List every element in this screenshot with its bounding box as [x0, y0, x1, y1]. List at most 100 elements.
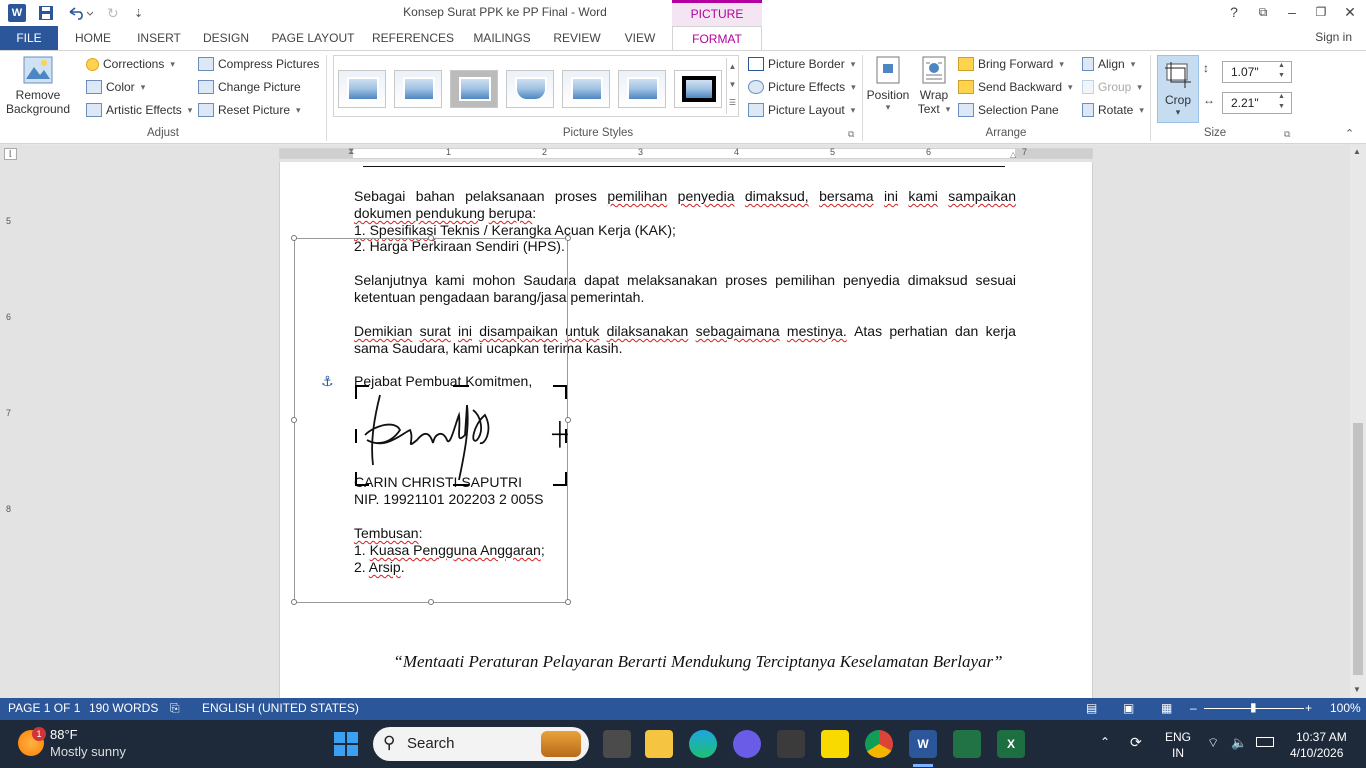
- picture-layout-button[interactable]: Picture Layout: [748, 103, 855, 117]
- picture-effects-button[interactable]: Picture Effects: [748, 80, 856, 94]
- tab-mailings[interactable]: MAILINGS: [467, 26, 537, 50]
- wifi-icon[interactable]: ⌔: [1207, 735, 1219, 751]
- paragraph-1-line-1[interactable]: Sebagai bahan pelaksanaan proses pemilih…: [354, 188, 1016, 205]
- scrollbar-thumb[interactable]: [1353, 423, 1363, 675]
- anchor-icon[interactable]: ⚓: [321, 373, 334, 390]
- scroll-down-icon[interactable]: ▼: [1353, 685, 1361, 694]
- camera-icon[interactable]: [777, 730, 805, 758]
- picture-style-4[interactable]: [506, 70, 554, 108]
- picture-style-2[interactable]: [394, 70, 442, 108]
- clock-date[interactable]: 4/10/2026: [1290, 746, 1343, 760]
- resize-handle[interactable]: [428, 235, 434, 241]
- task-view-icon[interactable]: [603, 730, 631, 758]
- paragraph-1-line-2[interactable]: dokumen pendukung berupa:: [354, 205, 536, 222]
- windows-start-icon[interactable]: [334, 732, 358, 756]
- resize-handle[interactable]: [565, 599, 571, 605]
- zoom-in-icon[interactable]: +: [1305, 701, 1312, 715]
- indent-marker[interactable]: ⧗: [348, 146, 357, 160]
- print-layout-icon[interactable]: ▣: [1123, 701, 1134, 715]
- tab-references[interactable]: REFERENCES: [371, 26, 455, 50]
- tab-home[interactable]: HOME: [66, 26, 120, 50]
- copilot-icon[interactable]: [733, 730, 761, 758]
- tab-format[interactable]: FORMAT: [672, 26, 762, 51]
- scroll-up-icon[interactable]: ▲: [1353, 147, 1361, 156]
- ribbon-display-options-icon[interactable]: ⧉: [1251, 2, 1275, 22]
- selection-pane-button[interactable]: Selection Pane: [958, 103, 1059, 117]
- tab-file[interactable]: FILE: [0, 26, 58, 50]
- artistic-effects-button[interactable]: Artistic Effects: [86, 103, 192, 117]
- language-indicator-2[interactable]: IN: [1172, 746, 1184, 760]
- zoom-slider-thumb[interactable]: ▮: [1250, 700, 1257, 714]
- word-count[interactable]: 190 WORDS: [89, 701, 158, 715]
- cc-item-2[interactable]: 2. Arsip.: [354, 559, 405, 576]
- web-layout-icon[interactable]: ▦: [1161, 701, 1172, 715]
- tab-view[interactable]: VIEW: [617, 26, 663, 50]
- sticky-notes-icon[interactable]: [821, 730, 849, 758]
- show-hidden-icons-icon[interactable]: ⌃: [1100, 735, 1110, 749]
- tab-review[interactable]: REVIEW: [549, 26, 605, 50]
- taskbar-search[interactable]: ⚲ Search: [373, 727, 589, 761]
- resize-handle[interactable]: [291, 599, 297, 605]
- bring-forward-button[interactable]: Bring Forward: [958, 57, 1064, 71]
- right-indent-marker[interactable]: △: [1010, 150, 1016, 159]
- tab-insert[interactable]: INSERT: [132, 26, 186, 50]
- picture-style-3[interactable]: [450, 70, 498, 108]
- position-button[interactable]: Position ▾: [866, 55, 910, 125]
- chrome-icon[interactable]: [865, 730, 893, 758]
- resize-handle[interactable]: [565, 235, 571, 241]
- tab-selector[interactable]: ⌊: [4, 148, 17, 160]
- resize-handle[interactable]: [291, 235, 297, 241]
- page-count[interactable]: PAGE 1 OF 1: [8, 701, 80, 715]
- cc-heading[interactable]: Tembusan:: [354, 525, 422, 542]
- compress-pictures-button[interactable]: Compress Pictures: [198, 57, 319, 71]
- list-item-1[interactable]: 1. Spesifikasi Teknis / Kerangka Acuan K…: [354, 222, 676, 239]
- color-button[interactable]: Color: [86, 80, 145, 94]
- resize-handle[interactable]: [428, 599, 434, 605]
- corrections-button[interactable]: Corrections: [86, 57, 175, 71]
- clock-time[interactable]: 10:37 AM: [1296, 730, 1347, 744]
- minimize-button[interactable]: –: [1280, 2, 1304, 22]
- height-spinner[interactable]: ▲ ▼: [1278, 61, 1285, 81]
- change-picture-button[interactable]: Change Picture: [198, 80, 301, 94]
- picture-style-6[interactable]: [618, 70, 666, 108]
- picture-border-button[interactable]: Picture Border: [748, 57, 855, 71]
- picture-style-1[interactable]: [338, 70, 386, 108]
- word-taskbar-icon[interactable]: W: [909, 730, 937, 758]
- help-button[interactable]: ?: [1222, 2, 1246, 22]
- vertical-scrollbar[interactable]: ▲ ▼: [1350, 145, 1366, 698]
- group-button[interactable]: Group: [1082, 80, 1142, 94]
- signature-image[interactable]: [353, 383, 569, 488]
- zoom-level[interactable]: 100%: [1330, 701, 1361, 715]
- width-spinner[interactable]: ▲ ▼: [1278, 92, 1285, 112]
- cc-item-1[interactable]: 1. Kuasa Pengguna Anggaran;: [354, 542, 545, 559]
- signer-nip[interactable]: NIP. 19921101 202203 2 005S: [354, 491, 543, 508]
- edge-browser-icon[interactable]: [689, 730, 717, 758]
- rotate-button[interactable]: Rotate: [1082, 103, 1144, 117]
- picture-style-7-selected[interactable]: [674, 70, 722, 108]
- tab-design[interactable]: DESIGN: [198, 26, 254, 50]
- tab-page-layout[interactable]: PAGE LAYOUT: [266, 26, 360, 50]
- file-explorer-icon[interactable]: [645, 730, 673, 758]
- collapse-ribbon-icon[interactable]: ⌃: [1345, 127, 1354, 140]
- crop-button[interactable]: Crop ▾: [1157, 55, 1199, 123]
- wrap-text-button[interactable]: Wrap Text: [912, 55, 956, 125]
- weather-desc[interactable]: Mostly sunny: [50, 744, 126, 759]
- sync-icon[interactable]: ⟳: [1130, 734, 1142, 751]
- zoom-out-icon[interactable]: –: [1190, 701, 1197, 715]
- language-status[interactable]: ENGLISH (UNITED STATES): [202, 701, 359, 715]
- excel-taskbar-icon[interactable]: X: [997, 730, 1025, 758]
- gallery-scroll[interactable]: ▲ ▼ ☰: [726, 58, 738, 114]
- send-backward-button[interactable]: Send Backward: [958, 80, 1073, 94]
- close-button[interactable]: ✕: [1338, 2, 1362, 22]
- language-indicator-1[interactable]: ENG: [1165, 730, 1191, 744]
- picture-styles-dialog-launcher-icon[interactable]: ⧉: [848, 129, 854, 140]
- calculator-icon[interactable]: [953, 730, 981, 758]
- size-dialog-launcher-icon[interactable]: ⧉: [1284, 129, 1290, 140]
- reset-picture-button[interactable]: Reset Picture: [198, 103, 301, 117]
- picture-style-5[interactable]: [562, 70, 610, 108]
- sign-in-link[interactable]: Sign in: [1315, 30, 1352, 44]
- volume-icon[interactable]: 🔈: [1231, 735, 1247, 751]
- read-mode-icon[interactable]: ▤: [1086, 701, 1097, 715]
- align-button[interactable]: Align: [1082, 57, 1135, 71]
- battery-icon[interactable]: [1256, 737, 1274, 747]
